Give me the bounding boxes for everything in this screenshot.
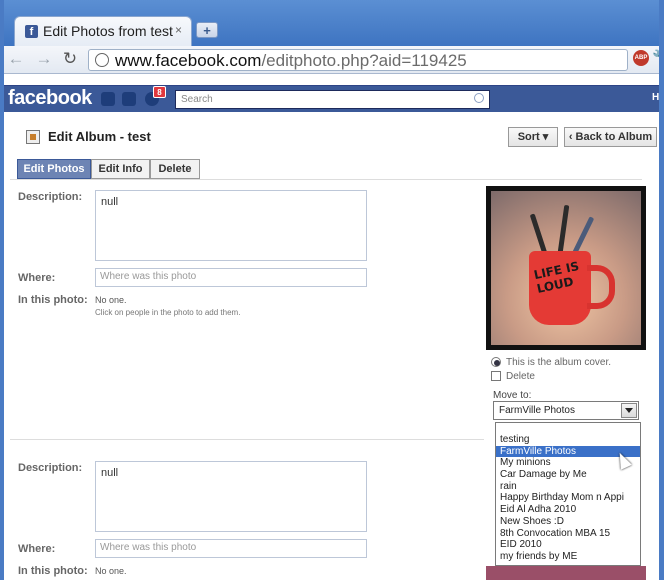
pencil-shape [557,204,570,254]
facebook-logo[interactable]: facebook [8,87,92,110]
facebook-search-input[interactable]: Search [175,90,490,109]
in-this-photo-label-2: In this photo: [18,565,88,577]
album-photo-2[interactable] [486,566,646,580]
search-icon[interactable] [474,93,484,103]
dropdown-option[interactable]: Happy Birthday Mom n Appi [496,492,640,504]
in-this-photo-value-2: No one. [95,566,127,576]
delete-label: Delete [506,371,535,382]
tab-edit-info[interactable]: Edit Info [91,159,150,179]
move-to-label: Move to: [493,390,532,401]
tag-hint: Click on people in the photo to add them… [95,308,241,317]
search-placeholder: Search [181,94,213,105]
tab-delete[interactable]: Delete [150,159,200,179]
facebook-header: facebook 8 Search H [0,85,664,112]
where-input-2[interactable]: Where was this photo [95,539,367,558]
back-arrow-icon[interactable]: ← [6,49,26,69]
where-label: Where: [18,272,56,284]
description-label: Description: [18,191,83,203]
notification-count-badge: 8 [153,86,166,98]
browser-toolbar: ← → ↻ www.facebook.com/editphoto.php?aid… [0,46,664,74]
album-icon [26,130,40,144]
where-label-2: Where: [18,543,56,555]
tab-edit-photos[interactable]: Edit Photos [17,159,91,179]
close-tab-icon[interactable]: × [175,23,182,37]
move-to-select[interactable]: FarmVille Photos [493,401,639,420]
messages-icon[interactable] [122,92,136,106]
forward-arrow-icon[interactable]: → [34,49,54,69]
sort-button[interactable]: Sort ▾ [508,127,558,147]
friend-requests-icon[interactable] [101,92,115,106]
reload-icon[interactable]: ↻ [60,49,80,69]
chevron-down-icon[interactable] [621,403,637,418]
photo-content: LIFE IS LOUD [491,191,641,345]
address-bar[interactable]: www.facebook.com/editphoto.php?aid=11942… [88,49,628,71]
mug-handle-shape [587,265,615,309]
url-domain: www.facebook.com [115,51,262,70]
dropdown-option[interactable]: testing [496,434,640,446]
photo-divider [10,439,484,440]
where-input[interactable]: Where was this photo [95,268,367,287]
move-to-selected-value: FarmVille Photos [499,405,575,416]
dropdown-option[interactable]: EID 2010 [496,539,640,551]
browser-tab[interactable]: f Edit Photos from test × [14,16,192,46]
description-textarea-2[interactable]: null [95,461,367,532]
album-cover-radio[interactable] [491,357,501,367]
tabs-divider [10,179,642,180]
url-text: www.facebook.com/editphoto.php?aid=11942… [115,51,467,71]
dropdown-option[interactable]: rain [496,481,640,493]
new-tab-button[interactable]: + [196,22,218,38]
page-title: Edit Album - test [48,129,151,144]
dropdown-option[interactable]: 8th Convocation MBA 15 [496,528,640,540]
move-to-dropdown-list: testing FarmVille Photos My minions Car … [495,422,641,566]
delete-checkbox[interactable] [491,371,501,381]
dropdown-option[interactable]: New Shoes :D [496,516,640,528]
dropdown-option[interactable]: Eid Al Adha 2010 [496,504,640,516]
url-path: /editphoto.php?aid=119425 [261,51,467,70]
facebook-favicon-icon: f [25,25,38,38]
tab-title: Edit Photos from test [43,23,173,39]
window-frame-right [659,0,664,580]
dropdown-option[interactable]: my friends by ME [496,551,640,563]
description-label-2: Description: [18,462,83,474]
globe-icon [95,53,109,67]
back-to-album-button[interactable]: ‹ Back to Album [564,127,657,147]
album-photo[interactable]: LIFE IS LOUD [486,186,646,350]
dropdown-option[interactable]: Car Damage by Me [496,469,640,481]
window-frame-left [0,0,4,580]
in-this-photo-label: In this photo: [18,294,88,306]
adblock-icon[interactable]: ABP [633,50,649,66]
description-textarea[interactable]: null [95,190,367,261]
in-this-photo-value: No one. [95,295,127,305]
album-cover-label: This is the album cover. [506,357,612,368]
